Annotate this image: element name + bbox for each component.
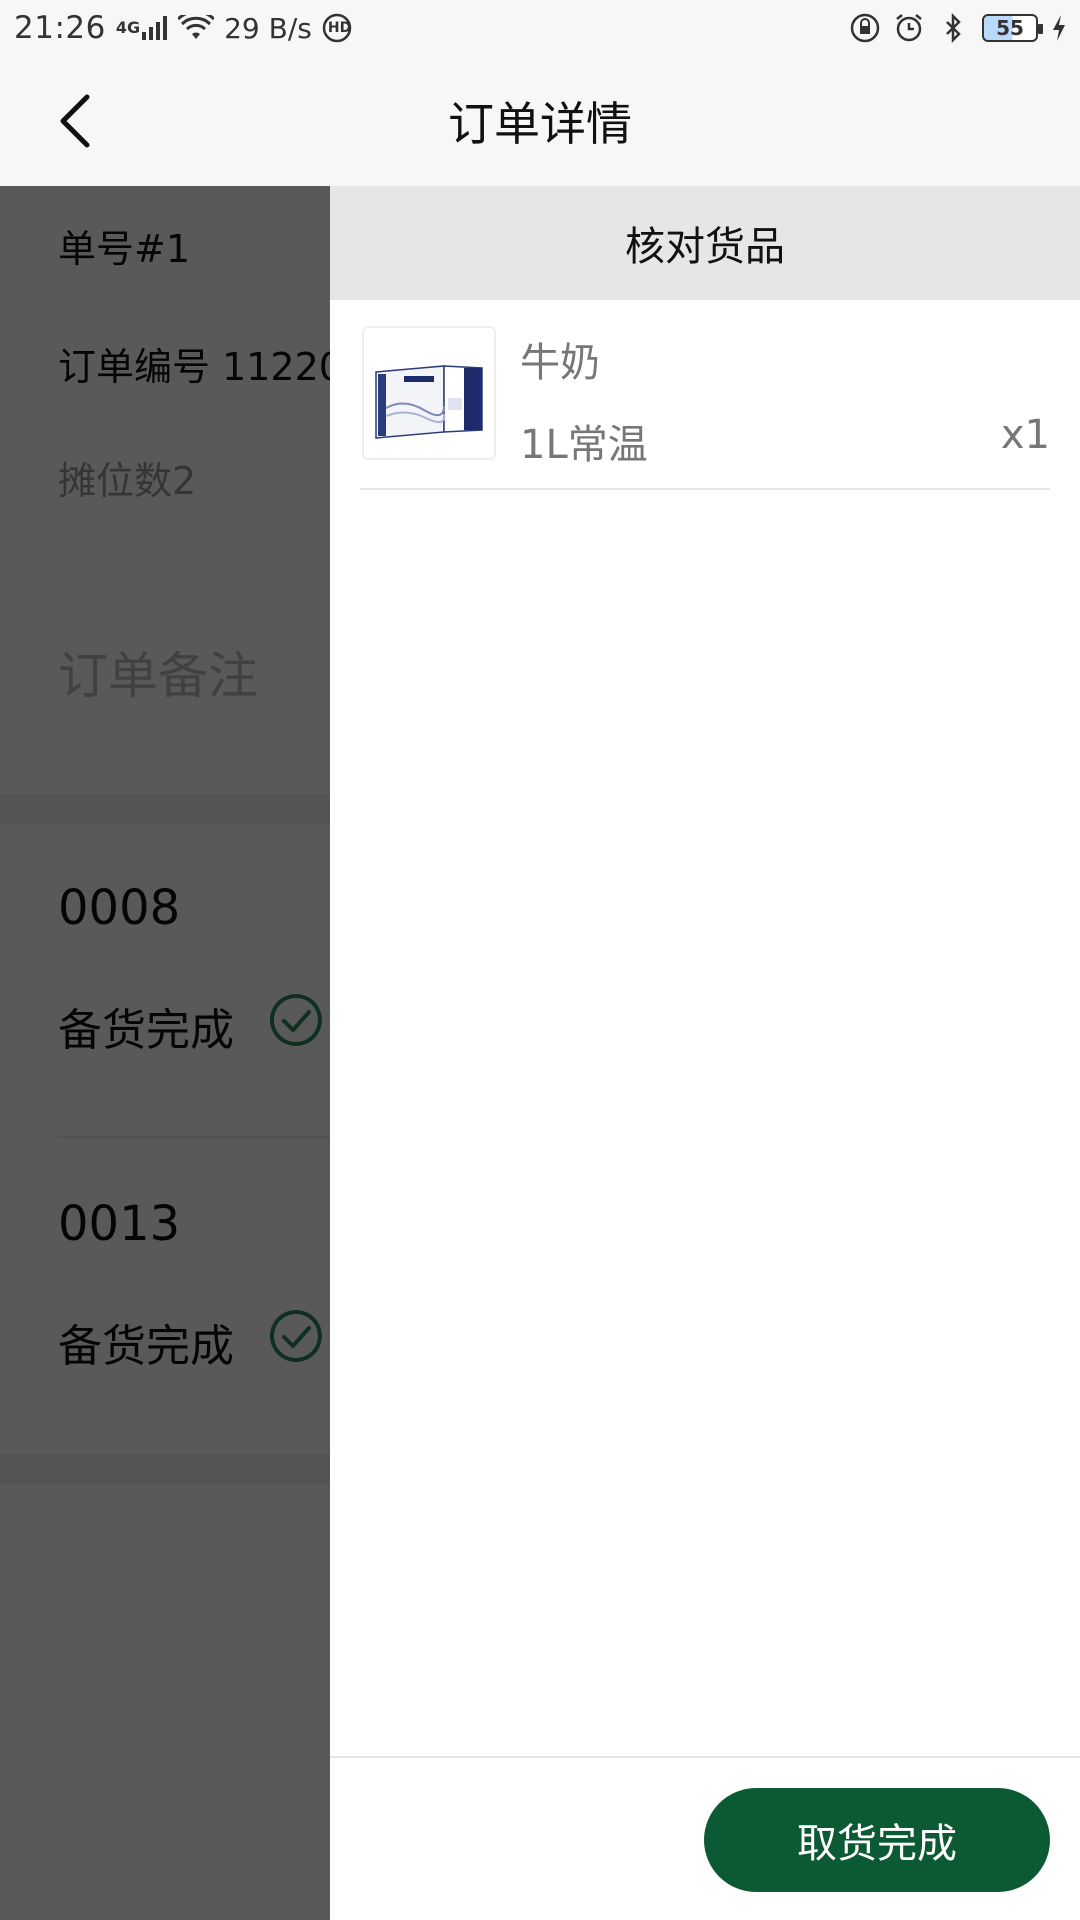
charging-icon [1052,15,1066,41]
page-title: 订单详情 [448,97,632,151]
hd-voice-icon: HD [322,13,351,43]
status-bar: 21:26 4G 29 B/s HD 55 [0,0,1080,56]
product-spec: 1L常温 [520,422,648,468]
app-bar: 订单详情 [0,56,1080,186]
order-remark-label: 订单备注 [58,647,258,705]
product-image [362,326,496,460]
bluetooth-icon [938,13,968,43]
battery-icon: 55 [982,14,1043,42]
stall-status: 备货完成 [58,1321,234,1372]
pickup-complete-button[interactable]: 取货完成 [704,1788,1050,1892]
check-circle-icon [269,994,322,1046]
stall-status: 备货完成 [58,1005,234,1056]
stall-code: 0013 [58,1196,181,1252]
back-button[interactable] [40,86,110,156]
check-goods-drawer: 核对货品 牛奶 1L常温 x1 取货完成 [330,186,1080,1920]
check-circle-icon [269,1310,322,1362]
network-type: 4G [115,18,141,37]
stall-code: 0008 [58,880,181,936]
cellular-signal-icon: 4G [116,16,168,40]
chevron-left-icon [60,94,90,148]
battery-level: 55 [996,16,1024,40]
alarm-icon [894,13,924,43]
product-quantity: x1 [1000,412,1050,458]
drawer-footer: 取货完成 [330,1756,1080,1920]
product-item[interactable]: 牛奶 1L常温 x1 [360,300,1050,490]
wifi-icon [178,15,215,41]
booth-count-label: 摊位数2 [58,459,197,503]
drawer-title: 核对货品 [330,186,1080,300]
order-id-label: 订单编号 11220 [58,345,343,389]
hd-label: HD [327,20,352,36]
lock-rotation-icon [850,13,880,43]
order-number-label: 单号#1 [58,227,191,271]
network-speed: 29 B/s [224,11,312,45]
product-name: 牛奶 [520,340,600,386]
status-time: 21:26 [14,10,106,46]
